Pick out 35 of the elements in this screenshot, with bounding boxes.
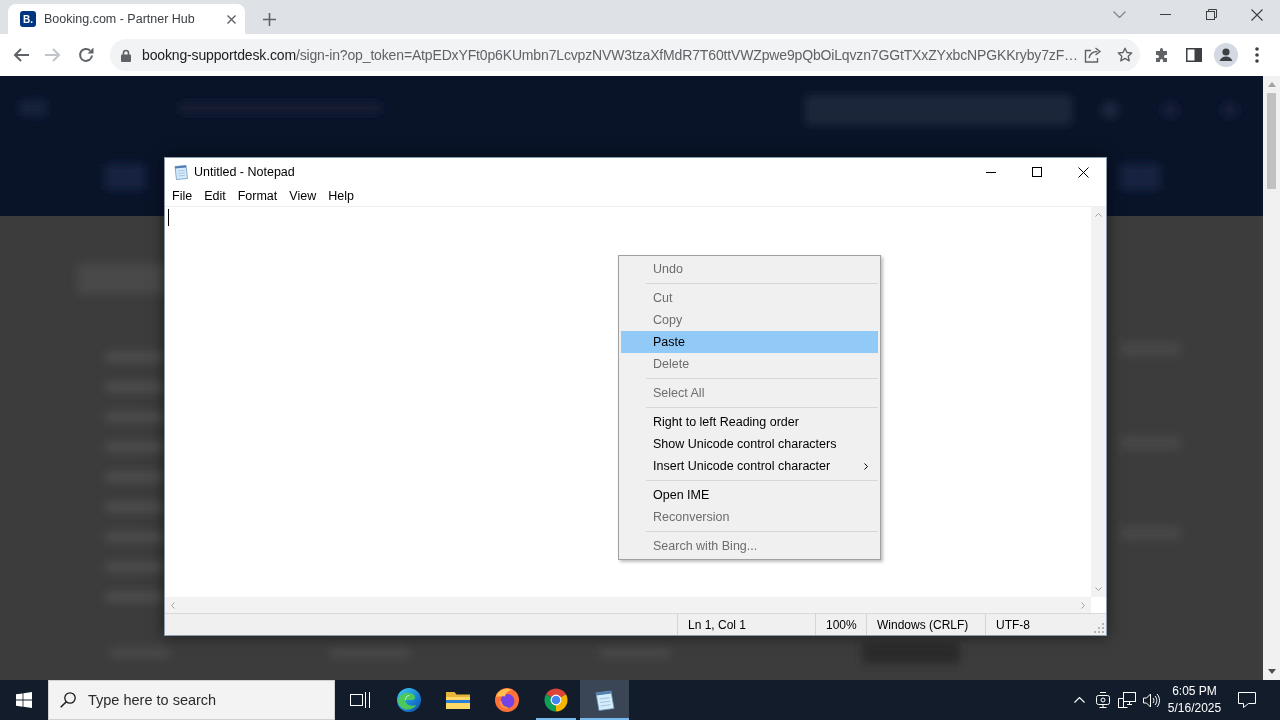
close-icon[interactable] xyxy=(227,14,236,24)
segmented-circle-icon xyxy=(543,688,568,712)
flame-globe-icon xyxy=(494,688,519,712)
notepad-icon xyxy=(593,689,616,711)
side-panel-icon[interactable] xyxy=(1186,48,1202,62)
network-icon[interactable] xyxy=(1118,692,1136,708)
lock-icon[interactable] xyxy=(121,48,131,62)
taskbar-clock[interactable]: 6:05 PM 5/16/2025 xyxy=(1163,680,1226,720)
kebab-menu-icon[interactable] xyxy=(1255,47,1259,63)
address-bar[interactable]: bookng-supportdesk.com/sign-in?op_token=AtpEDxYFt0p6KUmbn7LcvpzNVW3tzaXfMdR7T60ttVWZpwe9pQbOiLqvzn7GGtTXxZYxbcNPGKKryby7zF… xyxy=(110,39,1140,71)
notification-icon[interactable] xyxy=(1238,692,1256,708)
taskbar-app-button[interactable] xyxy=(580,680,629,720)
scroll-thumb[interactable] xyxy=(1267,93,1276,189)
task-view-icon xyxy=(349,692,370,708)
browser-tab[interactable]: B. Booking.com - Partner Hub xyxy=(8,4,245,34)
share-icon[interactable] xyxy=(1083,47,1102,63)
camera-meeting-icon[interactable] xyxy=(1096,692,1110,708)
folder-icon xyxy=(445,690,470,710)
minimize-icon[interactable] xyxy=(1159,14,1171,15)
site-logo: B. xyxy=(20,11,36,27)
puzzle-piece-icon[interactable] xyxy=(1154,47,1170,63)
windows-logo-icon xyxy=(16,692,32,708)
swirl-logo-icon xyxy=(396,688,421,712)
star-icon[interactable] xyxy=(1116,47,1133,63)
speaker-icon[interactable] xyxy=(1142,692,1160,708)
plus-icon[interactable] xyxy=(262,12,276,26)
restore-icon[interactable] xyxy=(1205,9,1217,20)
search-icon xyxy=(60,692,76,708)
reload-icon[interactable] xyxy=(78,47,94,63)
chevron-down-icon[interactable] xyxy=(1267,669,1276,674)
taskbar-search-field[interactable]: Type here to search xyxy=(48,680,335,720)
back-arrow-icon[interactable] xyxy=(13,48,29,62)
profile-avatar-icon[interactable] xyxy=(1214,43,1238,67)
close-icon[interactable] xyxy=(1251,8,1263,21)
page-scrollbar[interactable] xyxy=(1263,76,1280,680)
